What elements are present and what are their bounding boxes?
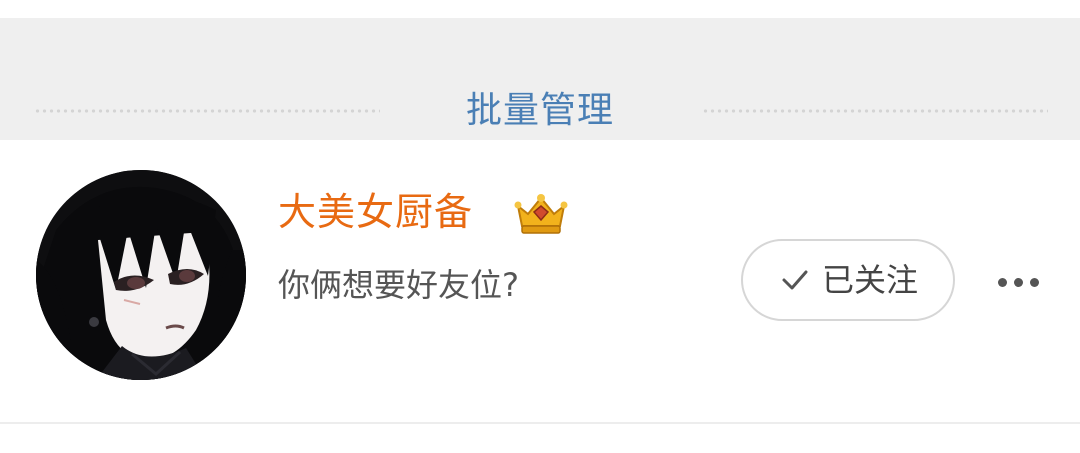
more-options-button[interactable] [992, 262, 1044, 302]
following-button[interactable]: 已关注 [741, 239, 955, 321]
username[interactable]: 大美女厨备 [278, 188, 473, 236]
bottom-spacer [0, 424, 1080, 453]
batch-manage-button[interactable]: 批量管理 [0, 88, 1080, 134]
top-spacer [0, 0, 1080, 18]
following-label: 已关注 [821, 261, 918, 299]
user-list-item[interactable]: 大美女厨备 你俩想要好友位? 已关注 [0, 140, 1080, 424]
more-dots-icon [997, 277, 1007, 287]
crown-vip-badge-icon [512, 192, 570, 236]
batch-manage-bar: 批量管理 [0, 18, 1080, 140]
avatar[interactable] [36, 170, 246, 380]
check-icon [782, 270, 808, 290]
user-bio: 你俩想要好友位? [278, 266, 519, 304]
